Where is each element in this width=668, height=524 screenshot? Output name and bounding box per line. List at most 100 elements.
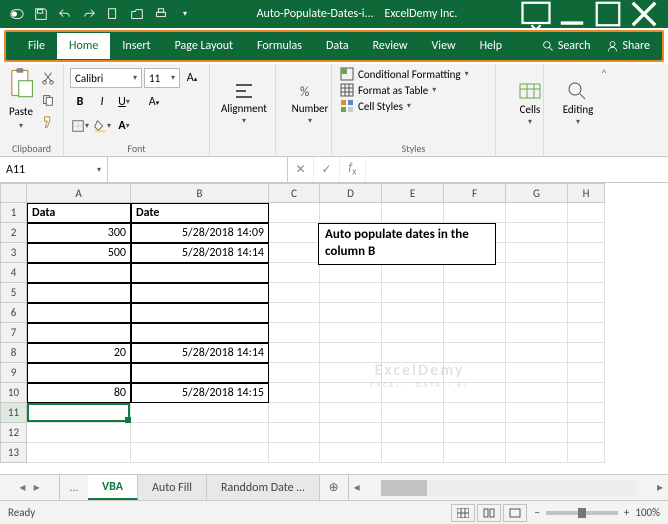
- cell[interactable]: [506, 403, 568, 423]
- tab-data[interactable]: Data: [314, 33, 361, 59]
- cell[interactable]: [269, 423, 320, 443]
- cell[interactable]: [506, 303, 568, 323]
- grow-font-icon[interactable]: A▴: [182, 67, 202, 89]
- sheet-nav[interactable]: ◂ ▸: [0, 475, 60, 500]
- row-header[interactable]: 1: [0, 203, 27, 223]
- italic-button[interactable]: I: [92, 91, 112, 113]
- cell[interactable]: [506, 263, 568, 283]
- enter-formula-icon[interactable]: ✓: [314, 157, 340, 182]
- zoom-out-icon[interactable]: −: [534, 506, 539, 519]
- tab-help[interactable]: Help: [468, 33, 515, 59]
- sheet-tab-random[interactable]: Randdom Date …: [207, 475, 320, 500]
- tab-review[interactable]: Review: [361, 33, 420, 59]
- zoom-slider[interactable]: [546, 511, 618, 515]
- row-header[interactable]: 5: [0, 283, 27, 303]
- tab-view[interactable]: View: [420, 33, 468, 59]
- normal-view-icon[interactable]: [451, 504, 475, 522]
- cell[interactable]: [444, 443, 506, 463]
- cell[interactable]: 80: [27, 383, 131, 403]
- cell[interactable]: 500: [27, 243, 131, 263]
- cell[interactable]: [444, 403, 506, 423]
- tab-formulas[interactable]: Formulas: [245, 33, 314, 59]
- cell[interactable]: [506, 443, 568, 463]
- copy-icon[interactable]: [38, 89, 58, 111]
- autosave-toggle[interactable]: [6, 3, 28, 25]
- cell[interactable]: [506, 363, 568, 383]
- redo-icon[interactable]: [78, 3, 100, 25]
- paste-button[interactable]: Paste ▾: [6, 67, 36, 132]
- cell[interactable]: [131, 403, 269, 423]
- row-header[interactable]: 13: [0, 443, 27, 463]
- cell[interactable]: [27, 263, 131, 283]
- column-header[interactable]: E: [382, 183, 444, 203]
- cell[interactable]: 300: [27, 223, 131, 243]
- select-all-corner[interactable]: [0, 183, 27, 203]
- cell[interactable]: [444, 203, 506, 223]
- bold-button[interactable]: B: [70, 91, 90, 113]
- cell[interactable]: [269, 223, 320, 243]
- cell[interactable]: [27, 403, 131, 423]
- close-icon[interactable]: [626, 0, 662, 28]
- cell[interactable]: [269, 363, 320, 383]
- column-header[interactable]: D: [320, 183, 382, 203]
- cell[interactable]: [444, 343, 506, 363]
- cell[interactable]: [269, 243, 320, 263]
- cell[interactable]: 5/28/2018 14:09: [131, 223, 269, 243]
- cell[interactable]: [269, 303, 320, 323]
- fill-color-button[interactable]: ▾: [92, 115, 112, 137]
- cells-icon[interactable]: [518, 80, 542, 102]
- formula-input[interactable]: [366, 157, 668, 182]
- cell[interactable]: [382, 323, 444, 343]
- new-icon[interactable]: [102, 3, 124, 25]
- row-header[interactable]: 8: [0, 343, 27, 363]
- cell[interactable]: [382, 443, 444, 463]
- cut-icon[interactable]: [38, 67, 58, 89]
- cell[interactable]: [131, 363, 269, 383]
- cancel-formula-icon[interactable]: ✕: [288, 157, 314, 182]
- cell[interactable]: [568, 323, 605, 343]
- cell[interactable]: [568, 303, 605, 323]
- cell[interactable]: [382, 303, 444, 323]
- row-header[interactable]: 4: [0, 263, 27, 283]
- share-button[interactable]: Share: [600, 35, 656, 57]
- sheet-tab-vba[interactable]: VBA: [88, 475, 138, 500]
- format-as-table-button[interactable]: Format as Table ▾: [338, 83, 489, 97]
- cell[interactable]: [506, 243, 568, 263]
- cell[interactable]: [506, 323, 568, 343]
- borders-button[interactable]: ▾: [70, 115, 90, 137]
- cell[interactable]: [506, 423, 568, 443]
- cell[interactable]: [382, 203, 444, 223]
- cell[interactable]: [568, 343, 605, 363]
- cell[interactable]: [131, 423, 269, 443]
- cell[interactable]: [320, 263, 382, 283]
- save-icon[interactable]: [30, 3, 52, 25]
- cell[interactable]: [269, 323, 320, 343]
- maximize-icon[interactable]: [590, 0, 626, 28]
- cell[interactable]: [382, 343, 444, 363]
- cell[interactable]: [27, 423, 131, 443]
- tab-page-layout[interactable]: Page Layout: [163, 33, 245, 59]
- cell[interactable]: [568, 443, 605, 463]
- cell[interactable]: [269, 403, 320, 423]
- horizontal-scrollbar[interactable]: ◂ ▸: [348, 475, 668, 500]
- find-icon[interactable]: [566, 80, 590, 102]
- cell[interactable]: Date: [131, 203, 269, 223]
- cell[interactable]: [131, 263, 269, 283]
- cell[interactable]: [131, 323, 269, 343]
- cell[interactable]: [269, 343, 320, 363]
- cell[interactable]: [444, 303, 506, 323]
- row-header[interactable]: 3: [0, 243, 27, 263]
- font-size-select[interactable]: 11▾: [144, 68, 180, 88]
- cell[interactable]: [506, 223, 568, 243]
- zoom-control[interactable]: − + 100%: [534, 506, 660, 519]
- cell[interactable]: [444, 263, 506, 283]
- cell[interactable]: [320, 203, 382, 223]
- cell[interactable]: 5/28/2018 14:14: [131, 343, 269, 363]
- cell[interactable]: [506, 383, 568, 403]
- column-header[interactable]: A: [27, 183, 131, 203]
- shrink-font-icon[interactable]: A▾: [144, 91, 164, 113]
- cell[interactable]: [269, 203, 320, 223]
- cell-styles-button[interactable]: Cell Styles ▾: [338, 99, 489, 113]
- fx-icon[interactable]: fx: [340, 157, 366, 182]
- cell[interactable]: [506, 283, 568, 303]
